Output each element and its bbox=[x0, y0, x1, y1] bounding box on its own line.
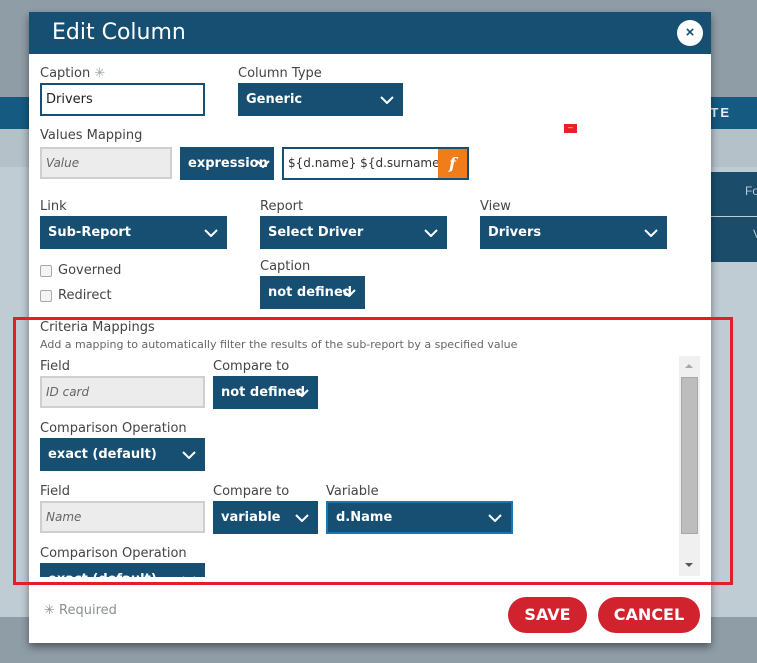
expression-input[interactable]: ${d.name} ${d.surname} bbox=[288, 149, 447, 178]
redirect-checkbox[interactable] bbox=[40, 289, 52, 302]
link-value: Sub-Report bbox=[48, 225, 132, 240]
scrollbar-thumb[interactable] bbox=[681, 377, 698, 534]
cancel-button[interactable]: CANCEL bbox=[598, 597, 700, 633]
values-mapping-field: Value bbox=[40, 147, 172, 179]
column-type-label: Column Type bbox=[238, 66, 322, 81]
mapping-variable-select[interactable]: d.Name bbox=[326, 501, 513, 534]
redirect-label: Redirect bbox=[58, 288, 112, 303]
governed-label: Governed bbox=[58, 263, 122, 278]
caption-input[interactable]: Drivers bbox=[40, 83, 205, 116]
background-side-item: Fo bbox=[711, 172, 757, 216]
mapping-compare-value: variable bbox=[221, 510, 281, 525]
close-button[interactable]: × bbox=[677, 20, 703, 46]
scroll-up-arrow-icon[interactable] bbox=[685, 364, 693, 368]
mapping-operation-select[interactable]: exact (default) bbox=[40, 438, 205, 471]
chevron-down-icon bbox=[424, 216, 438, 249]
mapping-operation-value: exact (default) bbox=[48, 447, 157, 462]
link-caption-select[interactable]: not defined bbox=[260, 276, 365, 309]
background-header-label: TE bbox=[710, 105, 731, 120]
caption-label: Caption ✳ bbox=[40, 66, 105, 81]
red-badge-icon: – bbox=[564, 124, 577, 133]
chevron-down-icon bbox=[488, 501, 502, 534]
dialog-header: Edit Column × bbox=[29, 12, 711, 54]
mapping-field-label: Field bbox=[40, 484, 71, 499]
mapping-compare-label: Compare to bbox=[213, 359, 290, 374]
report-value: Select Driver bbox=[268, 225, 364, 240]
chevron-down-icon bbox=[342, 276, 356, 309]
criteria-mappings-list[interactable]: Field ID card Compare to not defined Com… bbox=[40, 355, 700, 577]
mapping-field-label: Field bbox=[40, 359, 71, 374]
function-icon: f bbox=[449, 154, 456, 173]
mapping-operation-select[interactable]: exact (default) bbox=[40, 563, 205, 577]
function-editor-button[interactable]: f bbox=[438, 149, 467, 178]
values-mapping-label: Values Mapping bbox=[40, 128, 143, 143]
expression-input-group: ${d.name} ${d.surname} f bbox=[282, 147, 469, 180]
mapping-operation-value: exact (default) bbox=[48, 572, 157, 577]
background-side-item: V bbox=[711, 217, 757, 262]
redirect-option[interactable]: Redirect bbox=[40, 288, 112, 303]
caption-label-text: Caption bbox=[40, 66, 91, 81]
link-label: Link bbox=[40, 199, 67, 214]
chevron-down-icon bbox=[295, 376, 309, 409]
chevron-down-icon bbox=[204, 216, 218, 249]
mapping-compare-select[interactable]: variable bbox=[213, 501, 318, 534]
chevron-down-icon bbox=[644, 216, 658, 249]
governed-option[interactable]: Governed bbox=[40, 263, 121, 278]
dialog-title: Edit Column bbox=[52, 20, 186, 45]
mapping-compare-select[interactable]: not defined bbox=[213, 376, 318, 409]
mapping-compare-value: not defined bbox=[221, 385, 306, 400]
mapping-field-input: Name bbox=[40, 501, 205, 533]
save-button[interactable]: SAVE bbox=[508, 597, 587, 633]
report-select[interactable]: Select Driver bbox=[260, 216, 447, 249]
view-select[interactable]: Drivers bbox=[480, 216, 667, 249]
mapping-variable-value: d.Name bbox=[336, 510, 393, 525]
chevron-down-icon bbox=[295, 501, 309, 534]
governed-checkbox[interactable] bbox=[40, 264, 52, 277]
view-label: View bbox=[480, 199, 511, 214]
mapping-operation-label: Comparison Operation bbox=[40, 546, 187, 561]
column-type-value: Generic bbox=[246, 92, 303, 107]
mapping-variable-label: Variable bbox=[326, 484, 379, 499]
report-label: Report bbox=[260, 199, 304, 214]
required-asterisk-icon: ✳ bbox=[94, 66, 106, 81]
chevron-down-icon bbox=[182, 563, 196, 577]
chevron-down-icon bbox=[182, 438, 196, 471]
mapping-operation-label: Comparison Operation bbox=[40, 421, 187, 436]
criteria-mappings-description: Add a mapping to automatically filter th… bbox=[40, 338, 518, 351]
values-mapping-mode-select[interactable]: expression bbox=[180, 147, 274, 180]
close-icon: × bbox=[685, 24, 695, 41]
criteria-scrollbar[interactable] bbox=[679, 356, 700, 576]
scroll-down-arrow-icon[interactable] bbox=[685, 563, 693, 567]
criteria-mappings-title: Criteria Mappings bbox=[40, 320, 155, 335]
mapping-compare-label: Compare to bbox=[213, 484, 290, 499]
column-type-select[interactable]: Generic bbox=[238, 83, 403, 116]
mapping-field-input: ID card bbox=[40, 376, 205, 408]
link-caption-label: Caption bbox=[260, 259, 311, 274]
link-caption-value: not defined bbox=[268, 285, 353, 300]
required-note: ✳ Required bbox=[44, 603, 117, 618]
view-value: Drivers bbox=[488, 225, 542, 240]
chevron-down-icon bbox=[380, 83, 394, 116]
link-select[interactable]: Sub-Report bbox=[40, 216, 227, 249]
chevron-down-icon bbox=[256, 147, 270, 180]
